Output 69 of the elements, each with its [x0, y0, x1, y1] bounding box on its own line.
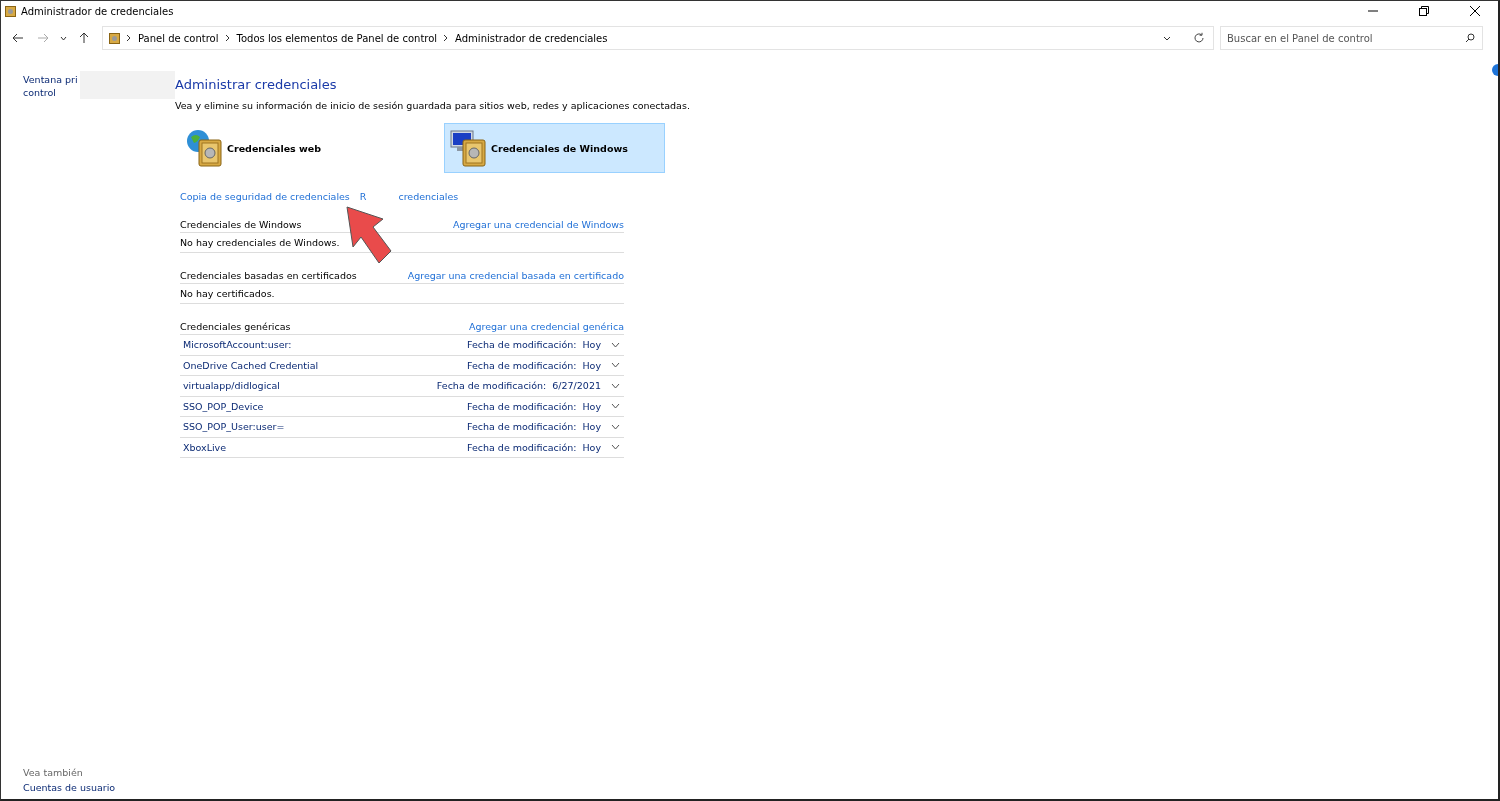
empty-message: No hay credenciales de Windows.	[180, 237, 340, 248]
back-arrow-icon[interactable]	[11, 33, 24, 43]
credential-name: MicrosoftAccount:user:	[183, 339, 293, 351]
safe-icon	[5, 5, 16, 17]
modified-label: Fecha de modificación:	[467, 400, 577, 412]
credential-row[interactable]: SSO_POP_User:user= Fecha de modificación: Hoy	[180, 417, 624, 438]
credential-name: SSO_POP_User:user=	[183, 421, 286, 433]
add-credential-link[interactable]: Agregar una credencial basada en certificado	[407, 269, 624, 281]
add-credential-link[interactable]: Agregar una credencial de Windows	[452, 218, 624, 230]
modified-date: 6/27/2021	[552, 380, 601, 392]
window-title: Administrador de credenciales	[21, 5, 175, 17]
modified-label: Fecha de modificación:	[436, 380, 547, 392]
breadcrumb[interactable]: Panel de control	[138, 32, 219, 44]
globe-safe-icon	[185, 128, 225, 168]
section-title: Credenciales de Windows	[180, 218, 302, 230]
restore-link[interactable]: R credenciales	[359, 191, 459, 202]
section-title: Credenciales genéricas	[180, 320, 291, 332]
modified-label: Fecha de modificación:	[467, 339, 577, 351]
restore-icon[interactable]	[1419, 6, 1429, 16]
see-also-label: Vea también	[23, 767, 84, 778]
credential-name: OneDrive Cached Credential	[183, 359, 320, 371]
modified-date: Hoy	[582, 359, 601, 371]
modified-date: Hoy	[582, 339, 601, 351]
breadcrumb[interactable]: Administrador de credenciales	[455, 32, 608, 44]
sidebar-link[interactable]: Cuentas de usuario	[23, 782, 175, 793]
address-bar[interactable]: Panel de control Todos los elementos de Panel de control Administrador de credenciales	[102, 26, 1214, 50]
chevron-down-icon[interactable]	[611, 444, 620, 451]
description: Vea y elimine su información de inicio de sesión guardada para sitios web, redes y aplicaciones conectadas.	[175, 100, 691, 111]
safe-icon	[109, 32, 120, 44]
close-icon[interactable]	[1470, 6, 1480, 16]
chevron-down-icon[interactable]	[611, 403, 620, 410]
chevron-right-icon	[126, 34, 132, 42]
sidebar-link[interactable]: Ventana pri	[23, 73, 78, 86]
breadcrumb[interactable]: Todos los elementos de Panel de control	[236, 32, 438, 44]
credential-row[interactable]: XboxLive Fecha de modificación: Hoy	[180, 437, 624, 458]
chevron-down-icon[interactable]	[611, 423, 620, 430]
credential-row[interactable]: SSO_POP_Device Fecha de modificación: Hoy	[180, 396, 624, 417]
section-title: Credenciales basadas en certificados	[180, 269, 357, 281]
empty-message: No hay certificados.	[180, 288, 275, 299]
credential-name: virtualapp/didlogical	[183, 380, 281, 392]
search-icon	[1465, 33, 1475, 43]
chevron-down-icon[interactable]	[611, 341, 620, 348]
chevron-down-icon[interactable]	[611, 362, 620, 369]
modified-label: Fecha de modificación:	[467, 359, 577, 371]
search-field[interactable]: Buscar en el Panel de control	[1220, 26, 1483, 50]
modified-date: Hoy	[582, 421, 601, 433]
chevron-down-icon[interactable]	[59, 35, 67, 41]
chevron-right-icon	[443, 34, 450, 42]
credential-row[interactable]: MicrosoftAccount:user: Fecha de modificación: Hoy	[180, 335, 624, 356]
modified-label: Fecha de modificación:	[467, 421, 577, 433]
page-heading: Administrar credenciales	[175, 77, 338, 92]
chevron-right-icon	[224, 34, 231, 42]
sidebar-link[interactable]: control	[23, 86, 78, 99]
credential-type-tab[interactable]: Credenciales web	[180, 123, 401, 173]
modified-date: Hoy	[582, 400, 601, 412]
credential-name: SSO_POP_Device	[183, 400, 265, 412]
credential-row[interactable]: virtualapp/didlogical Fecha de modificación: 6/27/2021	[180, 376, 624, 397]
up-arrow-icon[interactable]	[78, 32, 89, 44]
credential-row[interactable]: OneDrive Cached Credential Fecha de modificación: Hoy	[180, 355, 624, 376]
chevron-down-icon[interactable]	[1163, 35, 1171, 41]
monitor-safe-icon	[449, 128, 489, 168]
modified-date: Hoy	[582, 441, 601, 453]
chevron-down-icon[interactable]	[611, 382, 620, 389]
credential-name: XboxLive	[183, 441, 228, 453]
add-credential-link[interactable]: Agregar una credencial genérica	[468, 320, 624, 332]
credential-type-tab[interactable]: Credenciales de Windows	[444, 123, 665, 173]
backup-link[interactable]: Copia de seguridad de credenciales	[180, 191, 350, 202]
refresh-icon[interactable]	[1193, 32, 1205, 44]
modified-label: Fecha de modificación:	[467, 441, 577, 453]
